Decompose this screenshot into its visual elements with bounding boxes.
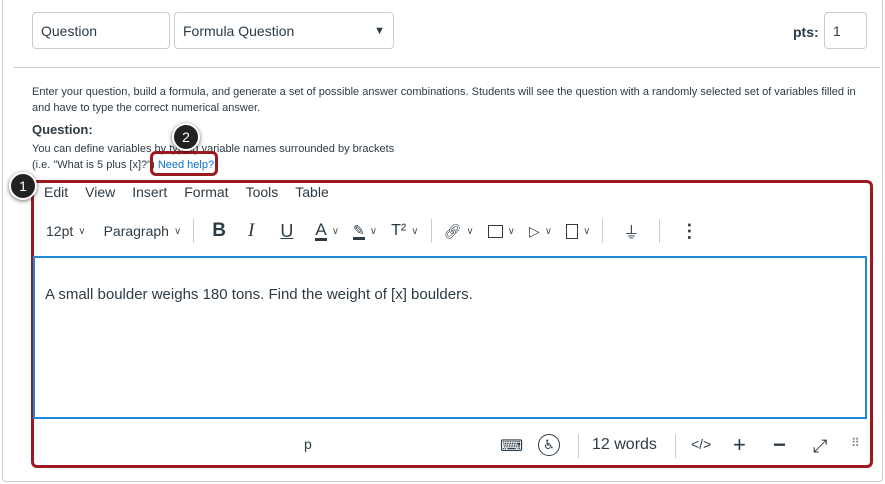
- divider: [578, 434, 579, 458]
- more-icon[interactable]: ⋮: [680, 221, 698, 242]
- fullscreen-icon[interactable]: ⤢: [813, 436, 827, 457]
- question-type-value: Formula Question: [183, 22, 295, 39]
- editor-statusbar: p ⌨ ♿︎ 12 words </> + − ⤢ ⠿: [36, 430, 864, 462]
- element-path[interactable]: p: [304, 436, 312, 452]
- divider: [430, 219, 432, 243]
- callout-badge-2: 2: [172, 123, 200, 151]
- chevron-down-icon: ∨: [507, 225, 515, 237]
- chevron-down-icon: ∨: [331, 225, 340, 237]
- text-color-icon: A: [315, 219, 327, 241]
- media-button[interactable]: ▷ ∨: [529, 223, 552, 240]
- divider: [193, 219, 195, 243]
- menu-insert[interactable]: Insert: [132, 184, 167, 200]
- points-input[interactable]: 1: [824, 12, 867, 49]
- divider: [675, 434, 676, 458]
- chevron-down-icon: ∨: [583, 225, 591, 237]
- points-label: pts:: [793, 24, 819, 40]
- media-icon: ▷: [528, 222, 540, 239]
- document-icon: [566, 223, 579, 239]
- divider: [659, 219, 661, 243]
- superscript-button[interactable]: T² ∨: [391, 222, 418, 240]
- help-line-2: (i.e. "What is 5 plus [x]?"): [32, 159, 155, 171]
- chevron-down-icon: ∨: [78, 225, 86, 237]
- document-button[interactable]: ∨: [566, 223, 591, 239]
- chevron-down-icon: ∨: [411, 225, 419, 237]
- menu-format[interactable]: Format: [184, 184, 228, 200]
- callout-badge-1: 1: [9, 172, 37, 200]
- description: Enter your question, build a formula, an…: [32, 86, 856, 114]
- italic-button[interactable]: I: [248, 220, 254, 242]
- image-icon: [487, 224, 503, 238]
- menu-table[interactable]: Table: [295, 184, 328, 200]
- font-size-button[interactable]: 12pt ∨: [46, 223, 86, 239]
- editor-menubar: Edit View Insert Format Tools Table: [44, 184, 329, 200]
- link-button[interactable]: 🔗︎ ∨: [444, 223, 474, 240]
- block-format-button[interactable]: Paragraph ∨: [104, 223, 182, 239]
- editor-content: A small boulder weighs 180 tons. Find th…: [45, 286, 473, 303]
- chevron-down-icon: ∨: [173, 225, 182, 237]
- accessibility-icon[interactable]: ♿︎: [538, 434, 560, 456]
- font-size-value: 12pt: [46, 223, 74, 239]
- bold-button[interactable]: B: [212, 220, 226, 242]
- menu-tools[interactable]: Tools: [246, 184, 279, 200]
- resize-handle-icon[interactable]: ⠿: [851, 436, 860, 450]
- chevron-down-icon: ∨: [369, 225, 378, 237]
- underline-button[interactable]: U: [280, 221, 293, 242]
- plugin-icon[interactable]: ⏚: [623, 219, 639, 243]
- minus-icon[interactable]: −: [773, 432, 786, 458]
- html-editor-toggle[interactable]: </>: [691, 436, 711, 452]
- divider: [602, 219, 604, 243]
- menu-view[interactable]: View: [85, 184, 115, 200]
- text-color-button[interactable]: A ∨: [315, 219, 340, 241]
- editor-toolbar: 12pt ∨ Paragraph ∨ B I U A ∨ ✎ ∨ T² ∨ 🔗︎ ∨ ∨ ▷…: [36, 214, 866, 248]
- chevron-down-icon: ∨: [466, 225, 474, 237]
- question-type-select[interactable]: Formula Question ▼: [174, 12, 394, 49]
- link-icon: 🔗︎: [443, 222, 462, 239]
- chevron-down-icon: ▼: [374, 24, 385, 37]
- chevron-down-icon: ∨: [544, 225, 553, 237]
- keyboard-icon[interactable]: ⌨: [500, 436, 523, 456]
- word-count[interactable]: 12 words: [592, 436, 657, 454]
- highlight-color-button[interactable]: ✎ ∨: [353, 223, 377, 240]
- plus-icon[interactable]: +: [733, 432, 746, 458]
- superscript-icon: T²: [391, 222, 407, 239]
- menu-edit[interactable]: Edit: [44, 184, 68, 200]
- question-name-input[interactable]: Question: [32, 12, 170, 49]
- highlighter-icon: ✎: [353, 221, 365, 240]
- block-format-value: Paragraph: [103, 223, 169, 239]
- question-heading: Question:: [32, 122, 93, 137]
- need-help-highlight: [150, 151, 218, 176]
- image-button[interactable]: ∨: [487, 224, 515, 238]
- rich-text-editor[interactable]: A small boulder weighs 180 tons. Find th…: [33, 256, 867, 419]
